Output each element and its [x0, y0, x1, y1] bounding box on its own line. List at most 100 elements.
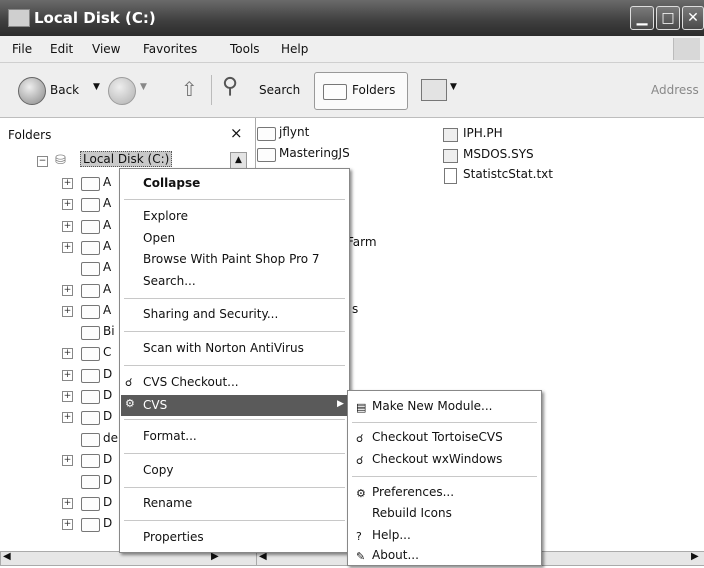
submenu-item-checkout-tortoise[interactable]: Checkout TortoiseCVS	[372, 430, 503, 450]
toolbar: Back ▼ ▼ ⇧ ⚲ Search Folders ▼ Address	[0, 63, 704, 118]
tree-row-label: A	[103, 302, 112, 317]
menu-separator	[124, 419, 345, 420]
menu-file[interactable]: File	[12, 42, 32, 56]
forward-arrow-icon[interactable]	[108, 77, 136, 105]
submenu-item-preferences[interactable]: Preferences...	[372, 485, 454, 505]
tree-expander[interactable]: +	[62, 305, 73, 317]
title-bar[interactable]: Local Disk (C:) ▁ □ ✕	[0, 0, 704, 36]
tree-expander[interactable]: +	[62, 369, 73, 381]
context-menu: Collapse Explore Open Browse With Paint …	[119, 168, 350, 553]
tree-row-label: A	[103, 238, 112, 253]
close-button[interactable]: ✕	[682, 6, 704, 30]
folders-button[interactable]: Folders	[314, 72, 408, 110]
tree-row-label: D	[103, 388, 113, 402]
scroll-left-icon[interactable]: ◀	[3, 551, 11, 562]
tree-expander[interactable]: +	[62, 178, 73, 189]
tree-root-local-disk[interactable]: Local Disk (C:)	[80, 151, 173, 167]
menu-item-search[interactable]: Search...	[143, 274, 196, 294]
tree-row-label: D	[103, 515, 113, 530]
folder-icon	[81, 453, 100, 468]
tree-row-label: D	[103, 366, 113, 381]
menu-item-cvs[interactable]: ⚙ CVS ▶	[121, 395, 348, 416]
tree-horizontal-scrollbar[interactable]: ◀ ▶	[0, 551, 257, 566]
file-name: MSDOS.SYS	[463, 147, 534, 161]
tree-row-label: A	[103, 196, 112, 211]
menu-view[interactable]: View	[92, 42, 120, 56]
menu-item-sharing[interactable]: Sharing and Security...	[143, 307, 278, 327]
menu-item-explore[interactable]: Explore	[143, 209, 188, 229]
tree-row-label: A	[103, 260, 112, 275]
tree-expander[interactable]: +	[62, 220, 73, 232]
menu-item-open[interactable]: Open	[143, 231, 175, 251]
folder-icon	[81, 262, 100, 277]
menu-item-rename[interactable]: Rename	[143, 496, 192, 516]
menu-help[interactable]: Help	[281, 42, 308, 56]
folder-icon	[257, 148, 276, 162]
submenu-item-rebuild-icons[interactable]: Rebuild Icons	[372, 506, 452, 526]
menu-favorites[interactable]: Favorites	[143, 42, 197, 56]
folder-icon	[81, 347, 100, 362]
menu-item-norton[interactable]: Scan with Norton AntiVirus	[143, 341, 304, 361]
menu-item-collapse[interactable]: Collapse	[143, 176, 200, 196]
folder-icon	[81, 411, 100, 426]
system-file-icon	[443, 149, 458, 163]
menu-item-format[interactable]: Format...	[143, 429, 197, 449]
search-icon[interactable]: ⚲	[222, 74, 238, 99]
forward-dropdown-icon[interactable]: ▼	[140, 82, 147, 92]
menu-separator	[124, 298, 345, 299]
folder-icon	[81, 517, 100, 532]
tree-expander[interactable]: +	[62, 412, 73, 424]
file-name: IPH.PH	[463, 126, 503, 140]
menu-separator	[124, 453, 345, 454]
tree-expander[interactable]: +	[62, 454, 73, 466]
tree-expander[interactable]: +	[62, 241, 73, 253]
menu-tools[interactable]: Tools	[230, 42, 260, 56]
folders-pane-close-button[interactable]: ×	[230, 124, 243, 142]
tree-expander[interactable]: +	[62, 348, 73, 360]
tree-expander[interactable]: +	[62, 518, 73, 530]
checkout-icon: ☌	[356, 454, 364, 467]
folder-icon	[257, 127, 276, 141]
back-button[interactable]: Back	[50, 83, 79, 97]
menu-separator	[352, 476, 537, 477]
folder-icon	[81, 240, 100, 255]
views-icon[interactable]	[421, 79, 447, 101]
tree-expander[interactable]: +	[62, 497, 73, 509]
menu-item-properties[interactable]: Properties	[143, 530, 204, 550]
submenu-item-make-module[interactable]: Make New Module...	[372, 399, 493, 419]
partial-file-name: s	[352, 302, 359, 316]
menu-edit[interactable]: Edit	[50, 42, 73, 56]
submenu-arrow-icon: ▶	[337, 399, 344, 409]
checkout-icon: ☌	[356, 432, 364, 445]
tree-expander-root[interactable]: −	[37, 156, 48, 167]
folder-icon	[81, 368, 100, 383]
views-dropdown-icon[interactable]: ▼	[450, 82, 457, 92]
menu-item-cvs-checkout[interactable]: CVS Checkout...	[143, 375, 239, 395]
submenu-item-about[interactable]: About...	[372, 548, 419, 568]
folder-window-icon	[8, 9, 30, 27]
menu-item-browse-psp[interactable]: Browse With Paint Shop Pro 7	[143, 252, 320, 272]
maximize-button[interactable]: □	[656, 6, 680, 30]
menu-separator	[352, 422, 537, 423]
submenu-item-help[interactable]: Help...	[372, 528, 411, 548]
menu-item-copy[interactable]: Copy	[143, 463, 173, 483]
back-dropdown-icon[interactable]: ▼	[93, 82, 100, 92]
up-folder-icon[interactable]: ⇧	[181, 77, 198, 101]
folder-icon	[81, 283, 100, 298]
tree-scroll-up-button[interactable]: ▲	[230, 152, 247, 169]
text-file-icon	[444, 168, 457, 184]
folder-icon	[81, 326, 100, 341]
tree-row-label: D	[103, 451, 113, 466]
tree-row-label: A	[103, 281, 112, 296]
submenu-item-checkout-wx[interactable]: Checkout wxWindows	[372, 452, 502, 472]
back-arrow-icon[interactable]	[18, 77, 46, 105]
tree-expander[interactable]: +	[62, 391, 73, 402]
tree-expander[interactable]: +	[62, 284, 73, 296]
folders-icon	[323, 84, 347, 100]
minimize-button[interactable]: ▁	[630, 6, 654, 30]
folder-icon	[81, 177, 100, 191]
file-name: MasteringJS	[279, 146, 350, 160]
scroll-right-icon[interactable]: ▶	[691, 551, 699, 562]
tree-expander[interactable]: +	[62, 199, 73, 211]
search-button[interactable]: Search	[259, 83, 300, 97]
